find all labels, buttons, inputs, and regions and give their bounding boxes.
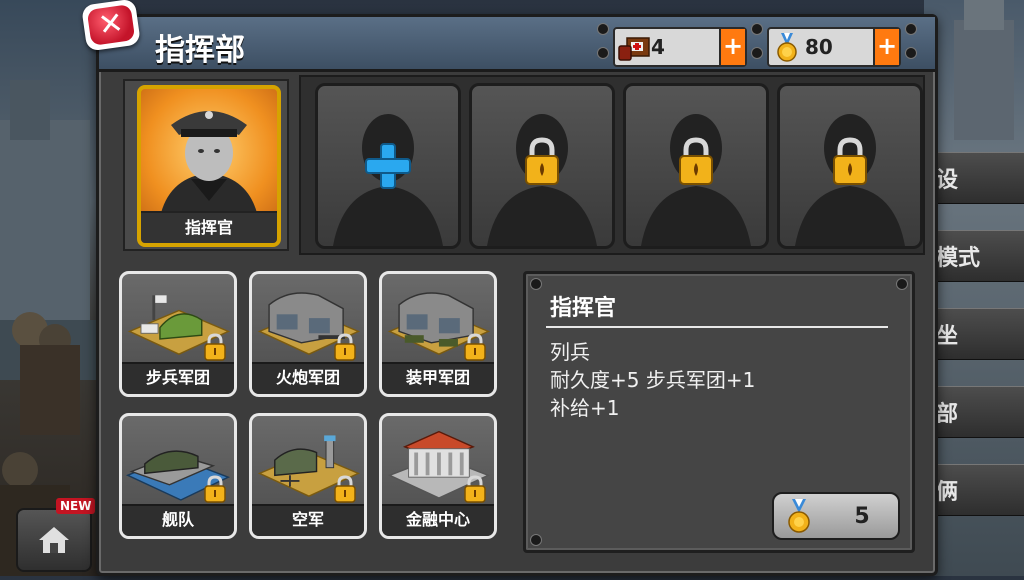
- unit-finance[interactable]: 金融中心: [379, 413, 497, 539]
- bolt: [530, 534, 542, 546]
- unit-artillery-label: 火炮军团: [252, 362, 364, 394]
- side-tab-4-label: 部: [936, 402, 959, 427]
- side-tab-2-label: 模式: [936, 246, 981, 271]
- add-supply-button[interactable]: +: [719, 29, 745, 65]
- background-battleship-scene: [0, 0, 110, 576]
- bolt: [751, 23, 763, 35]
- side-tab-3-label: 坐: [936, 324, 959, 349]
- lock-icon: [525, 137, 559, 185]
- side-tab-1-label: 设: [936, 168, 959, 193]
- plus-icon: [365, 143, 411, 189]
- medal-icon: [788, 499, 810, 533]
- lock-icon: [464, 475, 486, 503]
- side-tab-5[interactable]: 俩: [932, 464, 1024, 516]
- lock-icon: [334, 333, 356, 361]
- add-medal-button[interactable]: +: [873, 29, 899, 65]
- side-tab-2[interactable]: 模式: [932, 230, 1024, 282]
- unit-navy-label: 舰队: [122, 504, 234, 536]
- bolt: [905, 47, 917, 59]
- new-badge: NEW: [56, 498, 96, 514]
- side-tab-1[interactable]: 设: [932, 152, 1024, 204]
- supply-crate-icon: [618, 37, 650, 61]
- lock-icon: [204, 333, 226, 361]
- medal-icon: [777, 33, 797, 62]
- unit-armor[interactable]: 装甲军团: [379, 271, 497, 397]
- unit-airforce[interactable]: 空军: [249, 413, 367, 539]
- upgrade-button[interactable]: 5: [772, 492, 900, 540]
- unit-airforce-label: 空军: [252, 504, 364, 536]
- commander-portrait: [161, 111, 257, 213]
- unit-artillery[interactable]: 火炮军团: [249, 271, 367, 397]
- lock-icon: [204, 475, 226, 503]
- unit-finance-label: 金融中心: [382, 504, 494, 536]
- side-tab-5-label: 俩: [936, 480, 959, 505]
- close-button[interactable]: ✕: [81, 0, 141, 52]
- divider: [546, 326, 888, 328]
- command-center-panel: 指挥部 4 + 80 + 指挥官 步兵军团 火炮军团 装甲军团 舰队 空军 金融…: [96, 14, 938, 576]
- lock-icon: [334, 475, 356, 503]
- info-panel: 指挥官 列兵 耐久度+5 步兵军团+1 补给+1 5: [523, 271, 915, 553]
- medal-value: 80: [805, 35, 833, 59]
- lock-icon: [464, 333, 486, 361]
- side-tab-3[interactable]: 坐: [932, 308, 1024, 360]
- bolt: [896, 278, 908, 290]
- unit-armor-label: 装甲军团: [382, 362, 494, 394]
- commander-label: 指挥官: [141, 211, 277, 243]
- home-button[interactable]: [16, 508, 92, 572]
- officer-slot-locked-3[interactable]: [777, 83, 923, 249]
- bolt: [597, 23, 609, 35]
- upgrade-cost: 5: [854, 503, 870, 529]
- unit-infantry-label: 步兵军团: [122, 362, 234, 394]
- close-icon: ✕: [86, 4, 136, 46]
- info-rank: 列兵: [550, 340, 590, 364]
- bolt: [751, 47, 763, 59]
- lock-icon: [833, 137, 867, 185]
- bolt: [530, 278, 542, 290]
- side-tab-4[interactable]: 部: [932, 386, 1024, 438]
- supply-value: 4: [651, 35, 665, 59]
- supply-resource: 4 +: [613, 27, 747, 67]
- bolt: [597, 47, 609, 59]
- title-bar: 指挥部 4 + 80 +: [99, 17, 935, 72]
- lock-icon: [679, 137, 713, 185]
- info-bonus: 耐久度+5 步兵军团+1: [550, 368, 756, 392]
- commander-frame: 指挥官: [123, 79, 289, 251]
- officer-slot-add[interactable]: [315, 83, 461, 249]
- officer-slot-locked-1[interactable]: [469, 83, 615, 249]
- officer-slot-locked-2[interactable]: [623, 83, 769, 249]
- page-title: 指挥部: [155, 33, 245, 68]
- info-title: 指挥官: [550, 296, 617, 321]
- medal-resource: 80 +: [767, 27, 901, 67]
- home-icon: [39, 527, 69, 553]
- bolt: [905, 23, 917, 35]
- commander-card[interactable]: 指挥官: [137, 85, 281, 247]
- unit-infantry[interactable]: 步兵军团: [119, 271, 237, 397]
- unit-navy[interactable]: 舰队: [119, 413, 237, 539]
- info-supply: 补给+1: [550, 396, 620, 420]
